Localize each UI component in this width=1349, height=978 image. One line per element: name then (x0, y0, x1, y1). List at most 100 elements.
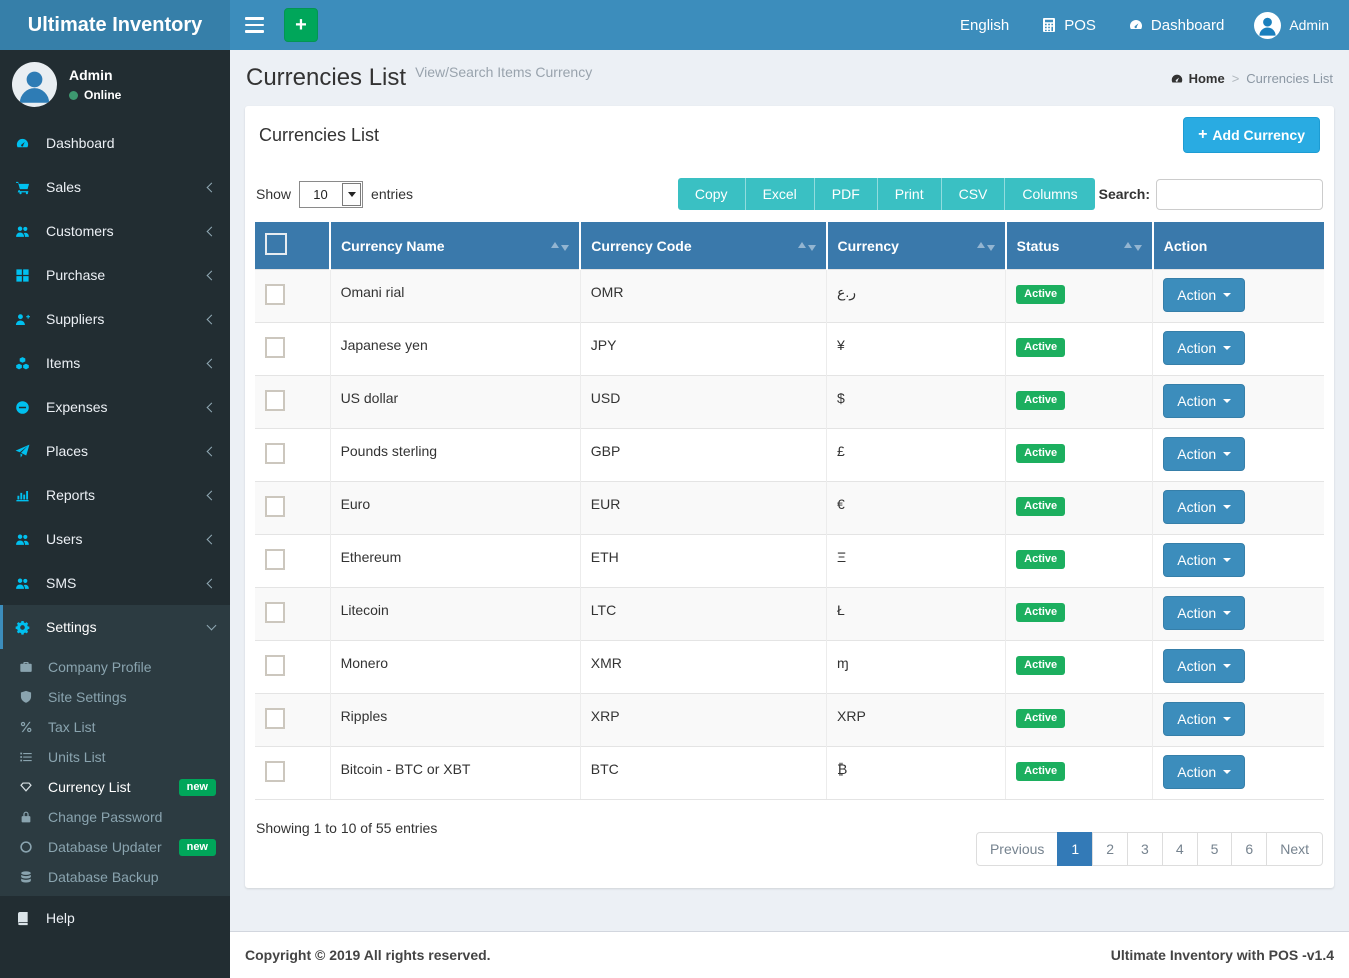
action-button[interactable]: Action (1163, 702, 1245, 736)
cubes-icon (15, 356, 39, 371)
column-header-status[interactable]: Status (1006, 222, 1153, 270)
sidebar-item-company-profile[interactable]: Company Profile (0, 652, 230, 682)
column-header-currency[interactable]: Currency (827, 222, 1006, 270)
columns-button[interactable]: Columns (1004, 178, 1094, 210)
action-button[interactable]: Action (1163, 384, 1245, 418)
users-icon (15, 576, 39, 591)
sidebar-item-site-settings[interactable]: Site Settings (0, 682, 230, 712)
dashboard-icon (1128, 17, 1144, 33)
currencies-panel: Currencies List + Add Currency Show 10 (245, 106, 1334, 888)
status-badge: Active (1016, 338, 1065, 357)
sidebar-item-sales[interactable]: Sales (0, 165, 230, 209)
row-checkbox[interactable] (265, 337, 285, 358)
brand-logo[interactable]: Ultimate Inventory (0, 0, 230, 50)
row-checkbox[interactable] (265, 655, 285, 676)
sidebar-item-currency-list[interactable]: Currency List new (0, 772, 230, 802)
caret-down-icon (1223, 293, 1231, 297)
pagination-previous[interactable]: Previous (976, 832, 1058, 866)
sidebar-item-database-backup[interactable]: Database Backup (0, 862, 230, 892)
sidebar-item-units-list[interactable]: Units List (0, 742, 230, 772)
table-row: Omani rial OMR ر.ع Active Action (255, 270, 1324, 323)
pagination-page-4[interactable]: 4 (1162, 832, 1198, 866)
pos-link[interactable]: POS (1025, 0, 1112, 50)
excel-button[interactable]: Excel (745, 178, 814, 210)
sidebar-item-expenses[interactable]: Expenses (0, 385, 230, 429)
dashboard-link[interactable]: Dashboard (1112, 0, 1240, 50)
chevron-left-icon (207, 314, 217, 324)
dashboard-icon (15, 136, 39, 151)
lock-icon (19, 810, 41, 824)
pagination-page-5[interactable]: 5 (1197, 832, 1233, 866)
paper-plane-icon (15, 444, 39, 459)
chevron-left-icon (207, 358, 217, 368)
sidebar-item-users[interactable]: Users (0, 517, 230, 561)
sidebar-item-suppliers[interactable]: Suppliers (0, 297, 230, 341)
currency-code: ETH (580, 535, 826, 588)
action-button[interactable]: Action (1163, 490, 1245, 524)
row-checkbox[interactable] (265, 761, 285, 782)
online-status: Online (69, 88, 121, 102)
action-button[interactable]: Action (1163, 755, 1245, 789)
action-button[interactable]: Action (1163, 596, 1245, 630)
pdf-button[interactable]: PDF (814, 178, 877, 210)
pagination-page-3[interactable]: 3 (1127, 832, 1163, 866)
row-checkbox[interactable] (265, 390, 285, 411)
search-input[interactable] (1156, 179, 1323, 210)
copy-button[interactable]: Copy (678, 178, 745, 210)
navbar-right: + English POS Dashboard Admin (230, 0, 1349, 50)
pagination-page-1[interactable]: 1 (1057, 832, 1093, 866)
sort-icon (798, 241, 816, 251)
entries-select[interactable]: 10 (299, 181, 363, 208)
circle-icon (19, 840, 41, 854)
currency-name: Bitcoin - BTC or XBT (330, 747, 580, 800)
row-checkbox[interactable] (265, 602, 285, 623)
sidebar-item-places[interactable]: Places (0, 429, 230, 473)
action-button[interactable]: Action (1163, 331, 1245, 365)
print-button[interactable]: Print (877, 178, 941, 210)
pagination-next[interactable]: Next (1266, 832, 1323, 866)
currency-name: Ethereum (330, 535, 580, 588)
pagination-page-2[interactable]: 2 (1092, 832, 1128, 866)
users-icon (15, 224, 39, 239)
row-checkbox[interactable] (265, 549, 285, 570)
pos-label: POS (1064, 17, 1096, 34)
sidebar-item-customers[interactable]: Customers (0, 209, 230, 253)
language-menu[interactable]: English (944, 0, 1025, 50)
add-currency-button[interactable]: + Add Currency (1183, 117, 1320, 153)
sidebar-toggle-button[interactable] (230, 0, 278, 50)
currency-code: XMR (580, 641, 826, 694)
row-checkbox[interactable] (265, 496, 285, 517)
select-all-checkbox[interactable] (265, 233, 287, 255)
sidebar-item-reports[interactable]: Reports (0, 473, 230, 517)
sidebar-item-settings[interactable]: Settings (0, 605, 230, 649)
user-menu[interactable]: Admin (1240, 0, 1349, 50)
action-button[interactable]: Action (1163, 278, 1245, 312)
csv-button[interactable]: CSV (941, 178, 1005, 210)
currency-code: XRP (580, 694, 826, 747)
caret-down-icon (1223, 399, 1231, 403)
action-button[interactable]: Action (1163, 437, 1245, 471)
quick-add-button[interactable]: + (284, 8, 318, 42)
table-row: Euro EUR € Active Action (255, 482, 1324, 535)
status-badge: Active (1016, 497, 1065, 516)
breadcrumb-home[interactable]: Home (1170, 71, 1225, 86)
column-header-currency-name[interactable]: Currency Name (330, 222, 580, 270)
action-button[interactable]: Action (1163, 649, 1245, 683)
panel-title: Currencies List (259, 125, 379, 146)
gears-icon (15, 620, 39, 635)
sidebar-item-items[interactable]: Items (0, 341, 230, 385)
action-button[interactable]: Action (1163, 543, 1245, 577)
currency-name: Ripples (330, 694, 580, 747)
row-checkbox[interactable] (265, 443, 285, 464)
sidebar-item-sms[interactable]: SMS (0, 561, 230, 605)
pagination-page-6[interactable]: 6 (1231, 832, 1267, 866)
sidebar-item-tax-list[interactable]: Tax List (0, 712, 230, 742)
sidebar-item-database-updater[interactable]: Database Updater new (0, 832, 230, 862)
sidebar-item-change-password[interactable]: Change Password (0, 802, 230, 832)
row-checkbox[interactable] (265, 708, 285, 729)
sidebar-item-help[interactable]: Help (0, 896, 230, 940)
sidebar-item-purchase[interactable]: Purchase (0, 253, 230, 297)
column-header-currency-code[interactable]: Currency Code (580, 222, 826, 270)
sidebar-item-dashboard[interactable]: Dashboard (0, 121, 230, 165)
row-checkbox[interactable] (265, 284, 285, 305)
